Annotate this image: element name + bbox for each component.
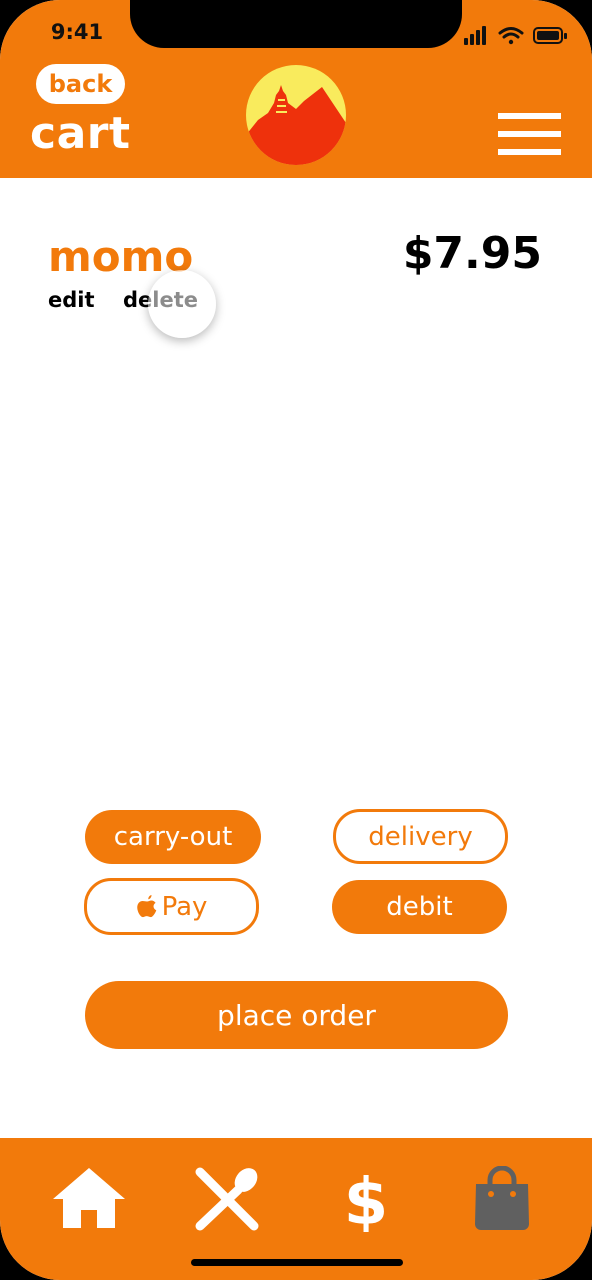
carry-out-option[interactable]: carry-out [85,810,261,864]
wifi-icon [498,27,524,45]
svg-text:$: $ [344,1166,389,1232]
delete-item-link[interactable]: delete [123,288,198,312]
apple-pay-option[interactable]: Pay [84,878,259,935]
restaurant-logo [246,65,346,165]
back-button[interactable]: back [36,64,125,104]
shopping-bag-icon[interactable] [464,1166,540,1232]
dollar-icon[interactable]: $ [328,1166,404,1232]
status-time: 9:41 [50,20,104,44]
utensils-icon[interactable] [190,1166,266,1232]
hamburger-menu-icon[interactable] [498,113,561,155]
apple-icon [136,894,156,917]
cart-item-name: momo [48,232,194,281]
apple-pay-label: Pay [161,891,208,922]
home-indicator [191,1259,403,1266]
place-order-button[interactable]: place order [85,981,508,1049]
delivery-option[interactable]: delivery [333,809,508,864]
debit-label: debit [386,892,453,922]
device-notch [130,0,462,48]
carry-out-label: carry-out [113,822,233,852]
phone-screen: 9:41 back cart momo $7.95 edit delete ca… [0,0,592,1280]
cart-item-price: $7.95 [402,228,542,279]
battery-icon [533,27,567,44]
app-header: 9:41 back cart [0,0,592,178]
debit-option[interactable]: debit [332,880,507,934]
edit-item-link[interactable]: edit [48,288,95,312]
delivery-label: delivery [368,821,473,852]
cellular-signal-icon [464,26,486,45]
status-icons [464,26,567,45]
page-title: cart [30,108,131,159]
home-icon[interactable] [51,1166,127,1232]
